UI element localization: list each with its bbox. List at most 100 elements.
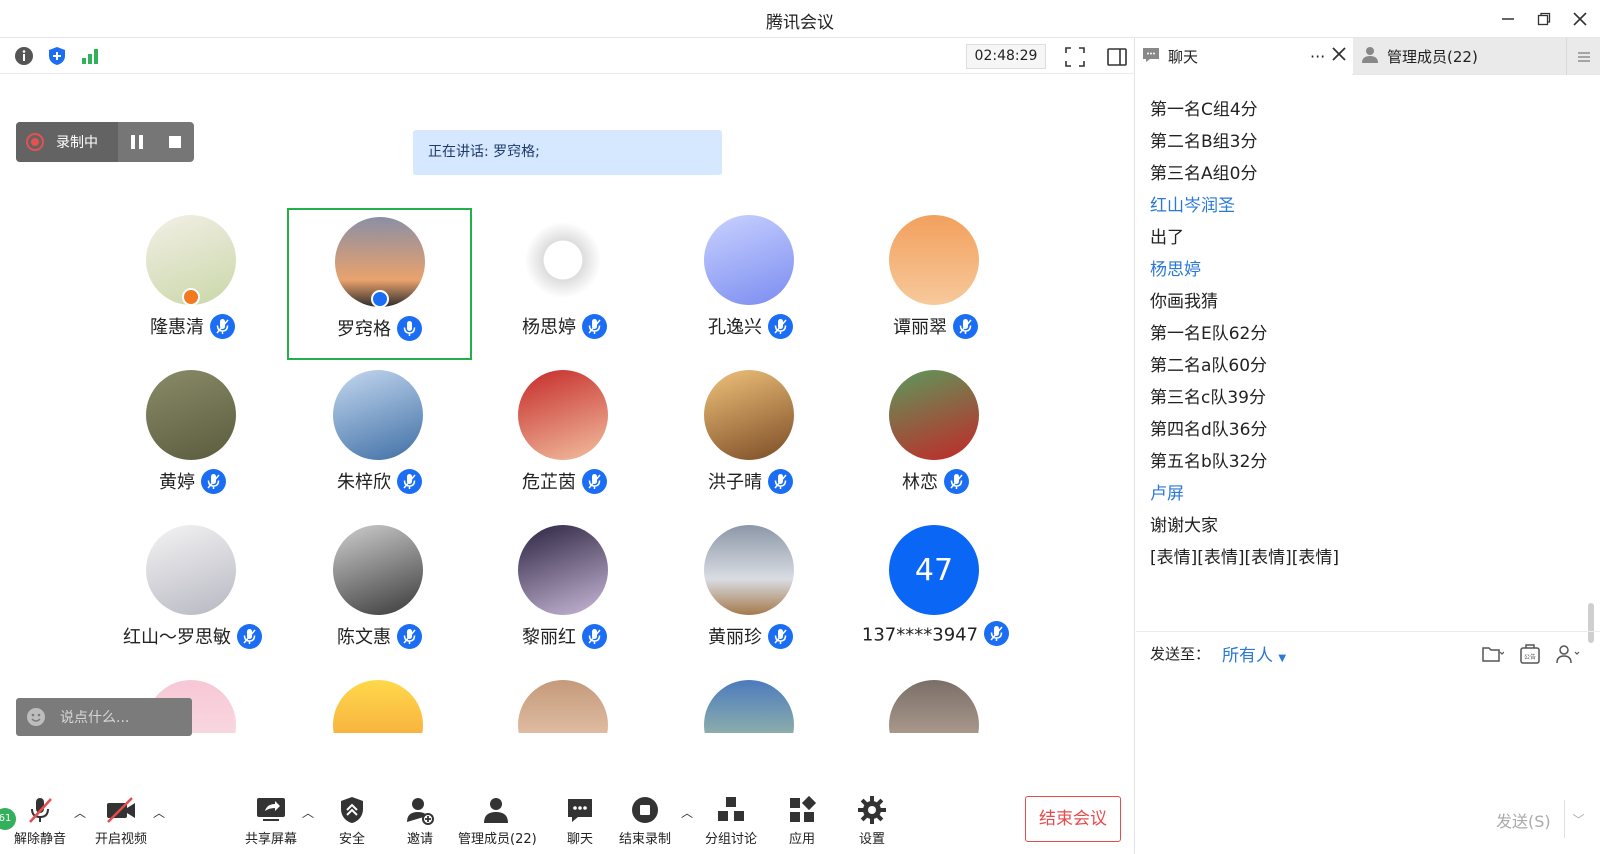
chat-sender-name[interactable]: 杨思婷 bbox=[1150, 254, 1590, 286]
participant-tile[interactable]: 黄丽珍 bbox=[658, 518, 843, 670]
stop-recording-button[interactable] bbox=[156, 122, 194, 162]
participant-name: 隆惠清 bbox=[150, 317, 204, 338]
fullscreen-icon[interactable] bbox=[1062, 44, 1088, 70]
chat-message: 你画我猜 bbox=[1150, 292, 1218, 312]
share-screen-icon bbox=[238, 794, 304, 826]
floating-chat-input[interactable]: 说点什么... bbox=[16, 698, 192, 736]
sidebar-toggle-icon[interactable] bbox=[1104, 44, 1130, 70]
participant-name: 林恋 bbox=[902, 472, 938, 493]
chat-sender-name[interactable]: 卢屏 bbox=[1150, 478, 1590, 510]
restore-icon[interactable] bbox=[1531, 6, 1557, 32]
chat-message: 第二名a队60分 bbox=[1150, 356, 1268, 376]
cohost-badge-icon bbox=[371, 290, 389, 308]
send-to-label: 发送至： bbox=[1150, 645, 1211, 663]
participant-name: 黄丽珍 bbox=[708, 627, 762, 648]
participant-name-row: 洪子晴 bbox=[658, 468, 843, 496]
signal-icon[interactable] bbox=[79, 45, 101, 67]
shield-icon[interactable] bbox=[46, 45, 68, 67]
side-panel: 聊天 ··· 管理成员(22) 第一名C组4分 第二名B组3分 第三名A组0分 红山岑… bbox=[1136, 38, 1600, 854]
participant-tile[interactable]: 危芷茵 bbox=[472, 363, 657, 515]
participant-name: 朱梓欣 bbox=[337, 472, 391, 493]
chat-button[interactable]: 聊天 bbox=[558, 794, 602, 847]
emoji-icon[interactable] bbox=[16, 707, 56, 727]
close-chat-icon[interactable] bbox=[1332, 47, 1346, 65]
participant-tile[interactable]: 47 137****3947 bbox=[843, 518, 1028, 670]
participant-name: 陈文惠 bbox=[337, 627, 391, 648]
participant-tile[interactable]: 黄婷 bbox=[100, 363, 285, 515]
chat-message: 第二名B组3分 bbox=[1150, 132, 1258, 152]
invite-button[interactable]: 邀请 bbox=[398, 794, 442, 847]
share-screen-button[interactable]: 共享屏幕 bbox=[238, 794, 304, 847]
send-options-caret[interactable]: ﹀ bbox=[1564, 800, 1592, 838]
unmute-label: 解除静音 bbox=[13, 832, 66, 847]
security-button[interactable]: 安全 bbox=[330, 794, 374, 847]
info-icon[interactable] bbox=[13, 45, 35, 67]
send-to-select[interactable]: 所有人 ▼ bbox=[1222, 641, 1286, 666]
participant-name-row: 林恋 bbox=[843, 468, 1028, 496]
participant-tile[interactable] bbox=[472, 673, 657, 733]
avatar: 47 bbox=[889, 525, 979, 615]
pause-recording-button[interactable] bbox=[118, 122, 156, 162]
avatar bbox=[889, 680, 979, 733]
tab-members[interactable]: 管理成员(22) bbox=[1353, 38, 1566, 75]
members-tab-icon bbox=[1361, 46, 1379, 68]
participant-tile[interactable] bbox=[658, 673, 843, 733]
unmute-button[interactable]: 解除静音 bbox=[10, 794, 70, 847]
share-options-caret[interactable]: ︿ bbox=[302, 804, 314, 821]
participant-name: 黄婷 bbox=[159, 472, 195, 493]
avatar bbox=[333, 370, 423, 460]
participant-name: 罗窍格 bbox=[337, 319, 391, 340]
mic-muted-icon bbox=[953, 313, 978, 339]
participant-tile[interactable] bbox=[843, 673, 1028, 733]
participant-tile[interactable]: 隆惠清 bbox=[100, 208, 285, 360]
main-area: 02:48:29 录制中 正在讲话: 罗窍格; 隆惠清 罗窍格 杨思婷 孔逸兴 谭丽翠黄… bbox=[0, 38, 1135, 854]
audio-options-caret[interactable]: ︿ bbox=[74, 804, 86, 821]
recording-indicator: 录制中 bbox=[16, 122, 194, 162]
apps-button[interactable]: 应用 bbox=[780, 794, 824, 847]
mic-muted-icon bbox=[397, 468, 422, 494]
participant-tile[interactable]: 朱梓欣 bbox=[287, 363, 472, 515]
window-title: 腾讯会议 bbox=[766, 13, 834, 33]
more-icon[interactable]: ··· bbox=[1310, 47, 1325, 66]
breakout-button[interactable]: 分组讨论 bbox=[702, 794, 760, 847]
chat-sender-name[interactable]: 红山岑润圣 bbox=[1150, 190, 1590, 222]
stop-recording-toolbar-button[interactable]: 结束录制 bbox=[616, 794, 674, 847]
mic-muted-icon bbox=[582, 468, 607, 494]
share-screen-label: 共享屏幕 bbox=[244, 832, 297, 847]
participant-tile[interactable]: 林恋 bbox=[843, 363, 1028, 515]
avatar bbox=[704, 680, 794, 733]
start-video-button[interactable]: 开启视频 bbox=[88, 794, 154, 847]
chat-message: 第五名b队32分 bbox=[1150, 452, 1268, 472]
end-meeting-button[interactable]: 结束会议 bbox=[1025, 796, 1121, 842]
close-icon[interactable] bbox=[1567, 6, 1593, 32]
mic-muted-icon bbox=[984, 621, 1010, 646]
participant-tile[interactable]: 罗窍格 bbox=[287, 208, 472, 360]
participant-tile[interactable]: 洪子晴 bbox=[658, 363, 843, 515]
user-options-icon[interactable] bbox=[1556, 643, 1582, 665]
video-options-caret[interactable]: ︿ bbox=[153, 804, 165, 821]
tab-chat[interactable]: 聊天 ··· bbox=[1136, 38, 1352, 75]
participant-tile[interactable]: 谭丽翠 bbox=[843, 208, 1028, 360]
chat-message: 谢谢大家 bbox=[1150, 516, 1218, 536]
manage-members-button[interactable]: 管理成员(22) bbox=[458, 794, 537, 847]
settings-button[interactable]: 设置 bbox=[850, 794, 894, 847]
participant-tile[interactable]: 杨思婷 bbox=[472, 208, 657, 360]
host-badge-icon bbox=[182, 288, 200, 306]
participant-tile[interactable]: 孔逸兴 bbox=[658, 208, 843, 360]
caret-down-icon: ▼ bbox=[1278, 653, 1287, 664]
participant-tile[interactable]: 黎丽红 bbox=[472, 518, 657, 670]
record-options-caret[interactable]: ︿ bbox=[681, 804, 693, 821]
chat-input-placeholder: 说点什么... bbox=[60, 710, 130, 726]
participant-tile[interactable]: 红山～罗思敏 bbox=[100, 518, 285, 670]
notice-icon[interactable]: 公告 bbox=[1518, 643, 1544, 665]
menu-icon[interactable] bbox=[1566, 38, 1600, 75]
participant-name: 137****3947 bbox=[861, 624, 979, 646]
settings-label: 设置 bbox=[858, 832, 885, 847]
minimize-icon[interactable] bbox=[1495, 6, 1521, 32]
file-icon[interactable] bbox=[1480, 643, 1506, 665]
participant-tile[interactable]: 陈文惠 bbox=[287, 518, 472, 670]
participant-tile[interactable] bbox=[287, 673, 472, 733]
send-to-bar: 发送至： 所有人 ▼ 公告 bbox=[1136, 631, 1600, 677]
notice-label: 公告 bbox=[1524, 653, 1536, 661]
send-button[interactable]: 发送(S) bbox=[1496, 808, 1551, 832]
